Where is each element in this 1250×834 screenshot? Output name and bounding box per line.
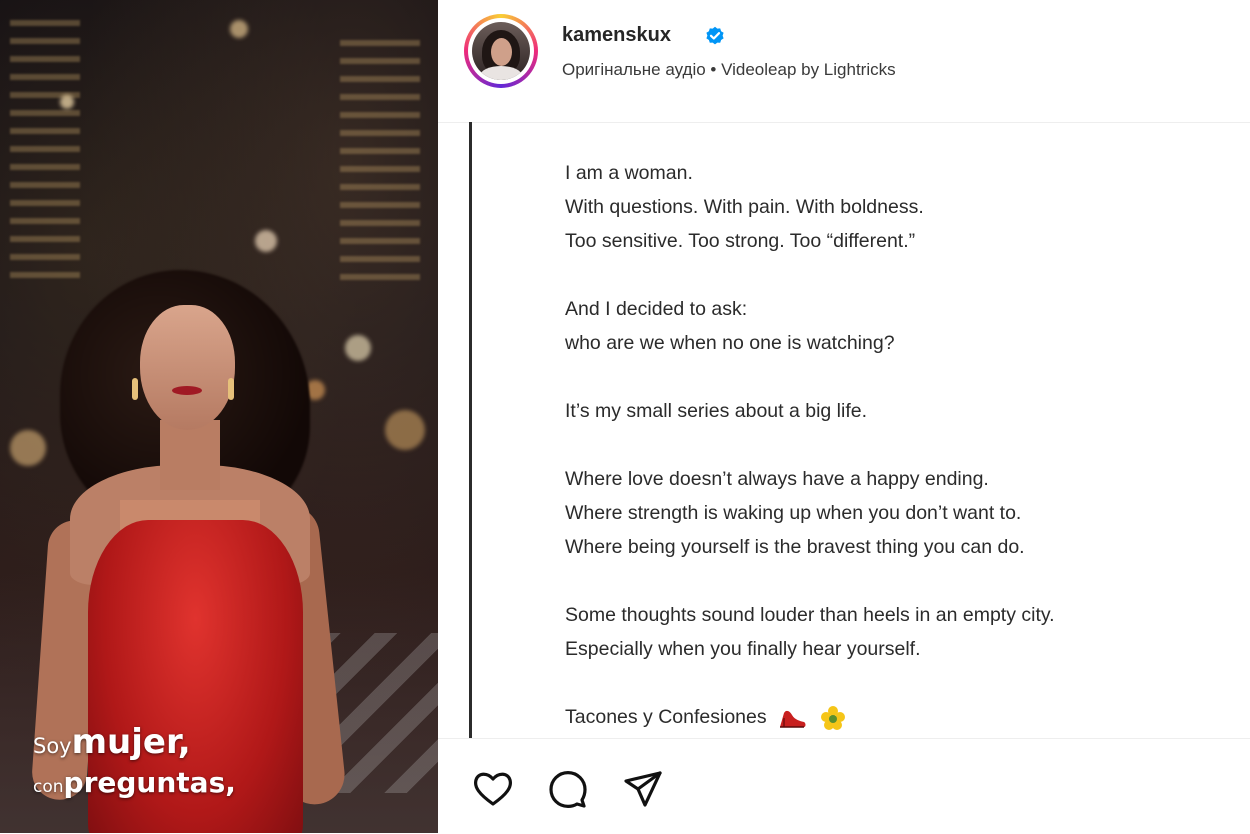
caption-line: Especially when you finally hear yoursel…: [565, 638, 921, 660]
caption-text: I am a woman. With questions. With pain.…: [565, 156, 1245, 734]
avatar-body: [480, 66, 522, 80]
post-action-bar: [438, 738, 1250, 834]
bokeh-light: [255, 230, 277, 252]
caption-line: With questions. With pain. With boldness…: [565, 196, 924, 218]
caption-paragraph: Where love doesn’t always have a happy e…: [565, 462, 1245, 564]
series-title: Tacones y Confesiones: [565, 706, 767, 728]
caption-line: Where being yourself is the bravest thin…: [565, 536, 1025, 558]
building-lights: [340, 40, 420, 280]
bokeh-light: [10, 430, 46, 466]
caption-paragraph: Some thoughts sound louder than heels in…: [565, 598, 1245, 666]
video-caption-line-1: Soymujer,: [33, 722, 191, 762]
lips: [172, 386, 202, 395]
verified-badge-icon: [706, 26, 724, 45]
caption-paragraph: It’s my small series about a big life.: [565, 394, 1245, 428]
divider-line: [469, 122, 472, 738]
avatar[interactable]: [472, 22, 530, 80]
avatar-face: [491, 38, 512, 66]
caption-line: Some thoughts sound louder than heels in…: [565, 604, 1055, 626]
caption-big-word: preguntas,: [63, 766, 236, 799]
sparkle-flower-icon: [821, 705, 846, 730]
post-media[interactable]: Soymujer, conpreguntas,: [0, 0, 438, 833]
caption-paragraph: And I decided to ask: who are we when no…: [565, 292, 1245, 360]
caption-line: It’s my small series about a big life.: [565, 400, 868, 422]
bokeh-light: [345, 335, 371, 361]
share-icon[interactable]: [621, 767, 665, 811]
audio-attribution-link[interactable]: Оригінальне аудіо • Videoleap by Lightri…: [562, 60, 896, 80]
story-ring[interactable]: [464, 14, 538, 88]
earring: [228, 378, 234, 400]
bokeh-light: [385, 410, 425, 450]
caption-paragraph: I am a woman. With questions. With pain.…: [565, 156, 1245, 258]
caption-small-word: con: [33, 777, 64, 797]
caption-line: I am a woman.: [565, 162, 693, 184]
bokeh-light: [230, 20, 248, 38]
face: [140, 305, 235, 430]
high-heel-shoe-icon: [780, 710, 806, 728]
post-caption-area: I am a woman. With questions. With pain.…: [438, 122, 1250, 738]
caption-line: Where love doesn’t always have a happy e…: [565, 468, 989, 490]
avatar-border: [468, 18, 534, 84]
comment-icon[interactable]: [546, 767, 590, 811]
bokeh-light: [60, 95, 74, 109]
caption-line: who are we when no one is watching?: [565, 332, 895, 354]
neck: [160, 420, 220, 490]
post-header: kamenskux Оригінальне аудіо • Videoleap …: [438, 0, 1250, 123]
caption-line: Where strength is waking up when you don…: [565, 502, 1022, 524]
caption-small-word: Soy: [33, 734, 72, 758]
username[interactable]: kamenskux: [562, 24, 671, 47]
caption-paragraph: Tacones y Confesiones: [565, 700, 1245, 734]
caption-big-word: mujer,: [71, 722, 191, 762]
caption-line: And I decided to ask:: [565, 298, 748, 320]
heart-icon[interactable]: [471, 767, 515, 811]
video-caption-line-2: conpreguntas,: [33, 766, 236, 799]
building-lights: [10, 20, 80, 280]
earring: [132, 378, 138, 400]
caption-line: Too sensitive. Too strong. Too “differen…: [565, 230, 916, 252]
post-panel: kamenskux Оригінальне аудіо • Videoleap …: [438, 0, 1250, 833]
